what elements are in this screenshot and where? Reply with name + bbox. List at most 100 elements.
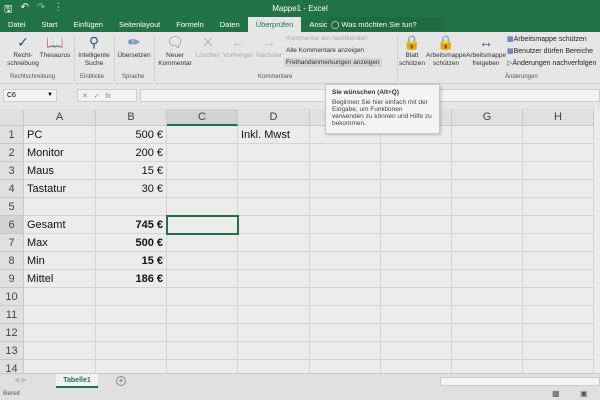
row-header-7[interactable]: 7 xyxy=(0,234,24,252)
cell-C8[interactable] xyxy=(167,252,238,270)
cell-E2[interactable] xyxy=(310,144,381,162)
cell-A13[interactable] xyxy=(24,342,96,360)
cell-B3[interactable]: 15 € xyxy=(96,162,167,180)
enter-icon[interactable]: ✓ xyxy=(94,93,100,100)
cell-G13[interactable] xyxy=(452,342,523,360)
cell-E9[interactable] xyxy=(310,270,381,288)
name-box[interactable]: C6 ▼ xyxy=(3,89,57,102)
translate-button[interactable]: ✏ Übersetzen xyxy=(116,34,152,60)
tab-start[interactable]: Start xyxy=(34,17,66,32)
cell-F2[interactable] xyxy=(381,144,452,162)
cell-D8[interactable] xyxy=(238,252,310,270)
thesaurus-button[interactable]: 📖 Thesaurus xyxy=(38,34,72,60)
show-all-comments-button[interactable]: Alle Kommentare anzeigen xyxy=(286,47,364,54)
cell-H8[interactable] xyxy=(523,252,594,270)
cell-B5[interactable] xyxy=(96,198,167,216)
row-header-14[interactable]: 14 xyxy=(0,360,24,373)
row-header-6[interactable]: 6 xyxy=(0,216,24,234)
cell-B14[interactable] xyxy=(96,360,167,373)
smart-lookup-button[interactable]: ⚲ Intelligente Suche xyxy=(76,34,112,68)
cell-D2[interactable] xyxy=(238,144,310,162)
row-header-11[interactable]: 11 xyxy=(0,306,24,324)
new-comment-button[interactable]: 🗨 Neuer Kommentar xyxy=(156,34,194,68)
cell-C9[interactable] xyxy=(167,270,238,288)
column-header-B[interactable]: B xyxy=(96,109,167,126)
cell-C1[interactable] xyxy=(167,126,238,144)
cell-C11[interactable] xyxy=(167,306,238,324)
row-header-13[interactable]: 13 xyxy=(0,342,24,360)
cell-F9[interactable] xyxy=(381,270,452,288)
cell-F13[interactable] xyxy=(381,342,452,360)
column-header-C[interactable]: C xyxy=(167,109,238,126)
cell-E8[interactable] xyxy=(310,252,381,270)
cell-G8[interactable] xyxy=(452,252,523,270)
cell-H4[interactable] xyxy=(523,180,594,198)
cell-B7[interactable]: 500 € xyxy=(96,234,167,252)
cell-H2[interactable] xyxy=(523,144,594,162)
show-ink-button[interactable]: Freihandanmerkungen anzeigen xyxy=(284,58,382,67)
row-header-12[interactable]: 12 xyxy=(0,324,24,342)
cell-A2[interactable]: Monitor xyxy=(24,144,96,162)
normal-view-icon[interactable]: ▦ xyxy=(552,389,560,398)
cell-G3[interactable] xyxy=(452,162,523,180)
allow-edit-ranges-button[interactable]: ▦Benutzer dürfen Bereiche xyxy=(507,47,593,55)
cell-C6[interactable] xyxy=(166,215,239,235)
cell-H6[interactable] xyxy=(523,216,594,234)
cell-B6[interactable]: 745 € xyxy=(96,216,167,234)
cell-G2[interactable] xyxy=(452,144,523,162)
track-changes-button[interactable]: ▷Änderungen nachverfolgen xyxy=(507,59,596,67)
cell-F4[interactable] xyxy=(381,180,452,198)
cell-E14[interactable] xyxy=(310,360,381,373)
cell-D9[interactable] xyxy=(238,270,310,288)
cell-B1[interactable]: 500 € xyxy=(96,126,167,144)
cell-D1[interactable]: Inkl. Mwst xyxy=(238,126,310,144)
delete-comment-button[interactable]: ✕ Löschen xyxy=(194,34,222,60)
cell-D4[interactable] xyxy=(238,180,310,198)
row-header-10[interactable]: 10 xyxy=(0,288,24,306)
cell-C2[interactable] xyxy=(167,144,238,162)
row-header-9[interactable]: 9 xyxy=(0,270,24,288)
column-header-G[interactable]: G xyxy=(452,109,523,126)
cell-C14[interactable] xyxy=(167,360,238,373)
cell-C5[interactable] xyxy=(167,198,238,216)
cell-E3[interactable] xyxy=(310,162,381,180)
cell-A14[interactable] xyxy=(24,360,96,373)
cell-A8[interactable]: Min xyxy=(24,252,96,270)
tab-daten[interactable]: Daten xyxy=(212,17,248,32)
cell-A12[interactable] xyxy=(24,324,96,342)
cell-D11[interactable] xyxy=(238,306,310,324)
cell-D5[interactable] xyxy=(238,198,310,216)
cell-G14[interactable] xyxy=(452,360,523,373)
cell-G4[interactable] xyxy=(452,180,523,198)
cell-D6[interactable] xyxy=(238,216,310,234)
cell-H5[interactable] xyxy=(523,198,594,216)
horizontal-scrollbar[interactable] xyxy=(440,377,600,386)
cell-B4[interactable]: 30 € xyxy=(96,180,167,198)
cell-A4[interactable]: Tastatur xyxy=(24,180,96,198)
sheet-nav-arrows-icon[interactable]: ◀ ▶ xyxy=(14,376,27,384)
cell-G1[interactable] xyxy=(452,126,523,144)
cell-F7[interactable] xyxy=(381,234,452,252)
cell-F8[interactable] xyxy=(381,252,452,270)
cell-H10[interactable] xyxy=(523,288,594,306)
sheet-tab-tabelle1[interactable]: Tabelle1 xyxy=(56,374,98,388)
protect-workbook-button[interactable]: 🔒 Arbeitsmappe schützen xyxy=(426,34,466,68)
row-header-4[interactable]: 4 xyxy=(0,180,24,198)
cell-E12[interactable] xyxy=(310,324,381,342)
previous-comment-button[interactable]: ← Vorheriger xyxy=(222,34,254,60)
cell-D12[interactable] xyxy=(238,324,310,342)
column-header-D[interactable]: D xyxy=(238,109,310,126)
protect-sheet-button[interactable]: 🔒 Blatt schützen xyxy=(398,34,426,68)
column-header-A[interactable]: A xyxy=(24,109,96,126)
cell-A3[interactable]: Maus xyxy=(24,162,96,180)
cell-C12[interactable] xyxy=(167,324,238,342)
cell-E11[interactable] xyxy=(310,306,381,324)
cell-A11[interactable] xyxy=(24,306,96,324)
cell-B8[interactable]: 15 € xyxy=(96,252,167,270)
cell-D10[interactable] xyxy=(238,288,310,306)
cell-F14[interactable] xyxy=(381,360,452,373)
worksheet-grid[interactable]: ABCDEFGH1PC500 €Inkl. Mwst2Monitor200 €3… xyxy=(0,109,600,373)
toggle-comment-button[interactable]: Kommentar ein-/ausblenden xyxy=(286,35,368,42)
cell-A6[interactable]: Gesamt xyxy=(24,216,96,234)
cell-H7[interactable] xyxy=(523,234,594,252)
